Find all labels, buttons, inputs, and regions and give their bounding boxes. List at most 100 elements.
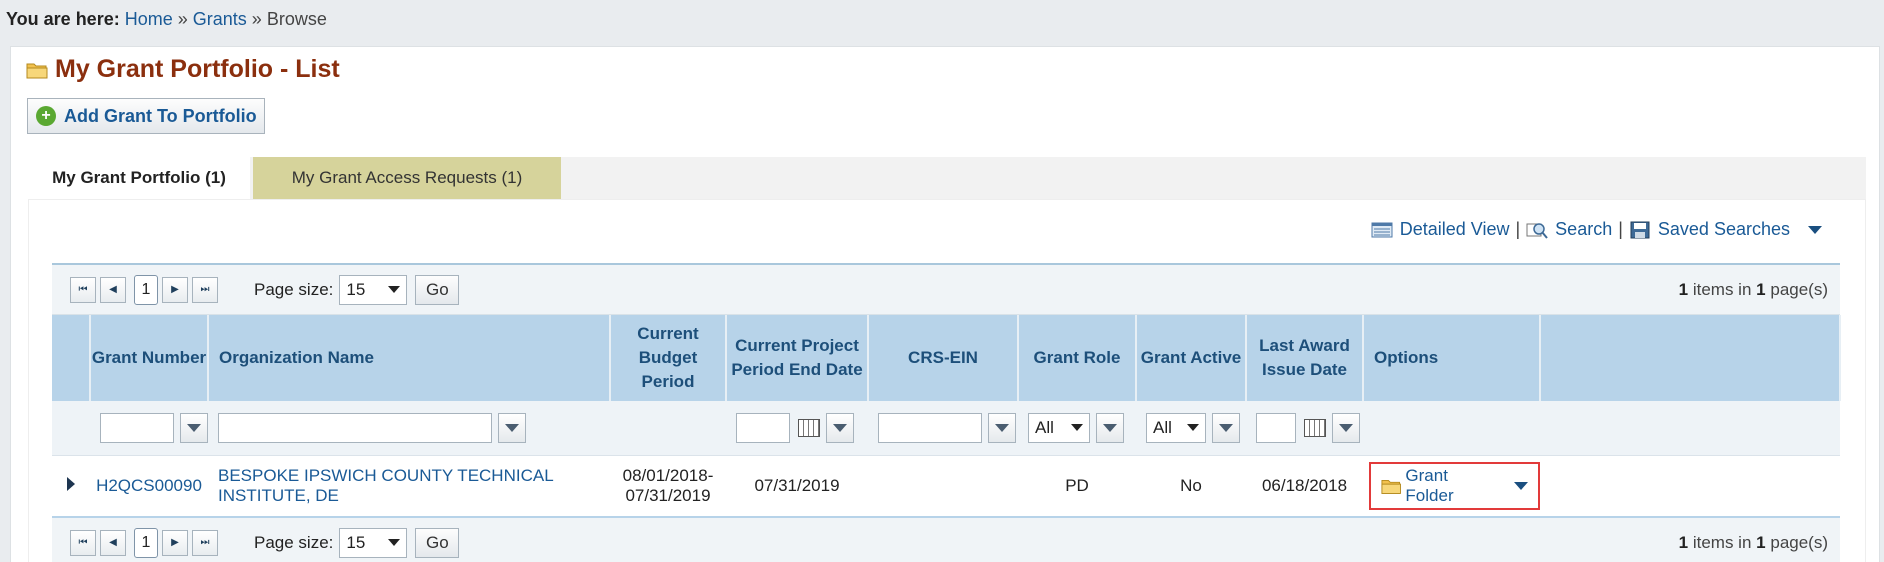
budget-period-end: 07/31/2019 bbox=[625, 485, 711, 505]
column-header-project-period-end-date[interactable]: Current Project Period End Date bbox=[726, 315, 869, 401]
grant-role-cell: PD bbox=[1018, 455, 1136, 518]
toolbar-divider: | bbox=[1618, 219, 1623, 239]
first-page-icon[interactable]: ⏮ bbox=[70, 529, 96, 556]
toolbar-divider: | bbox=[1515, 219, 1521, 239]
column-header-last-award-issue-date[interactable]: Last Award Issue Date bbox=[1246, 315, 1364, 401]
save-disk-icon bbox=[1630, 221, 1650, 238]
grant-number-filter-input[interactable] bbox=[100, 412, 174, 443]
next-page-icon[interactable]: ▶ bbox=[162, 276, 188, 303]
add-grant-label: Add Grant To Portfolio bbox=[64, 105, 257, 126]
table-row: H2QCS00090 BESPOKE IPSWICH COUNTY TECHNI… bbox=[52, 455, 1840, 518]
breadcrumb-grants-link[interactable]: Grants bbox=[193, 9, 247, 29]
pages-count: 1 bbox=[1756, 532, 1766, 552]
go-button[interactable]: Go bbox=[415, 527, 460, 558]
next-page-icon[interactable]: ▶ bbox=[162, 529, 188, 556]
tab-my-grant-access-requests[interactable]: My Grant Access Requests (1) bbox=[253, 157, 561, 199]
breadcrumb-current: Browse bbox=[266, 9, 327, 29]
prev-page-icon[interactable]: ◀ bbox=[100, 529, 126, 556]
pager-info: 1 items in 1 page(s) bbox=[1679, 533, 1828, 553]
last-award-issue-date-cell: 06/18/2018 bbox=[1246, 455, 1363, 518]
page-size-value: 15 bbox=[346, 532, 366, 552]
page-size-label: Page size: bbox=[254, 279, 334, 299]
column-header-grant-role[interactable]: Grant Role bbox=[1018, 315, 1137, 401]
page-size-select[interactable]: 15 bbox=[339, 527, 408, 558]
breadcrumb-home-link[interactable]: Home bbox=[125, 9, 173, 29]
grant-active-cell: No bbox=[1136, 455, 1246, 518]
search-icon bbox=[1526, 222, 1548, 239]
grant-grid: ⏮ ◀ 1 ▶ ⏭ Page size: 15 Go 1 items in 1 … bbox=[52, 263, 1841, 562]
grant-number-link[interactable]: H2QCS00090 bbox=[96, 476, 202, 495]
filter-icon[interactable] bbox=[826, 412, 854, 443]
chevron-down-icon bbox=[388, 286, 401, 293]
chevron-down-icon bbox=[388, 539, 401, 546]
last-page-icon[interactable]: ⏭ bbox=[192, 529, 218, 556]
grant-active-filter-value: All bbox=[1153, 417, 1172, 437]
breadcrumb-prefix: You are here: bbox=[6, 9, 120, 29]
column-header-grant-active[interactable]: Grant Active bbox=[1136, 315, 1247, 401]
saved-searches-link[interactable]: Saved Searches bbox=[1629, 219, 1790, 240]
plus-circle-icon: + bbox=[36, 106, 56, 126]
column-header-crs-ein[interactable]: CRS-EIN bbox=[868, 315, 1019, 401]
calendar-icon[interactable] bbox=[1304, 418, 1326, 437]
page-size-select[interactable]: 15 bbox=[339, 274, 408, 305]
grant-folder-link[interactable]: Grant Folder bbox=[1405, 466, 1494, 506]
go-button[interactable]: Go bbox=[415, 274, 460, 305]
chevron-down-icon bbox=[1187, 424, 1199, 432]
page-size-value: 15 bbox=[346, 279, 366, 299]
detailed-view-link[interactable]: Detailed View bbox=[1371, 219, 1510, 240]
filter-icon[interactable] bbox=[1096, 412, 1124, 443]
items-count: 1 bbox=[1678, 279, 1689, 299]
column-header-organization-name[interactable]: Organization Name bbox=[208, 315, 611, 401]
project-period-end-cell: 07/31/2019 bbox=[726, 455, 868, 518]
filter-icon[interactable] bbox=[180, 412, 208, 443]
expand-row-icon[interactable] bbox=[67, 476, 75, 491]
grant-active-filter-select[interactable]: All bbox=[1146, 412, 1206, 443]
grid-toolbar: Detailed View | Search | Saved Searches bbox=[1371, 219, 1822, 240]
calendar-icon[interactable] bbox=[798, 418, 820, 437]
breadcrumb-separator: » bbox=[251, 9, 262, 29]
pager-info: 1 items in 1 page(s) bbox=[1679, 280, 1828, 300]
tab-my-grant-portfolio[interactable]: My Grant Portfolio (1) bbox=[28, 157, 250, 199]
last-award-date-filter-input[interactable] bbox=[1256, 412, 1296, 443]
column-header-current-budget-period[interactable]: Current Budget Period bbox=[610, 315, 727, 401]
pager-bottom: ⏮ ◀ 1 ▶ ⏭ Page size: 15 Go 1 items in 1 … bbox=[52, 518, 1840, 562]
page-number-button[interactable]: 1 bbox=[134, 527, 158, 558]
header-spacer bbox=[1540, 315, 1841, 401]
organization-name-link[interactable]: BESPOKE IPSWICH COUNTY TECHNICAL INSTITU… bbox=[218, 466, 553, 505]
column-header-options: Options bbox=[1363, 315, 1541, 401]
grant-folder-options-menu[interactable]: Grant Folder bbox=[1369, 461, 1540, 510]
items-count: 1 bbox=[1678, 532, 1689, 552]
tab-strip: My Grant Portfolio (1) My Grant Access R… bbox=[28, 157, 1866, 199]
filter-icon[interactable] bbox=[988, 412, 1016, 443]
last-page-icon[interactable]: ⏭ bbox=[192, 276, 218, 303]
pages-count: 1 bbox=[1756, 279, 1766, 299]
add-grant-to-portfolio-button[interactable]: + Add Grant To Portfolio bbox=[27, 98, 265, 134]
filter-icon[interactable] bbox=[1332, 412, 1360, 443]
crs-ein-cell bbox=[868, 455, 1018, 518]
saved-searches-label: Saved Searches bbox=[1657, 219, 1790, 239]
search-link[interactable]: Search bbox=[1526, 219, 1612, 240]
detailed-view-icon bbox=[1371, 222, 1393, 237]
options-dropdown-icon[interactable] bbox=[1514, 481, 1528, 490]
filter-icon[interactable] bbox=[498, 412, 526, 443]
organization-name-filter-input[interactable] bbox=[218, 412, 492, 443]
page-title: My Grant Portfolio - List bbox=[26, 55, 340, 84]
column-header-grant-number[interactable]: Grant Number bbox=[90, 315, 209, 401]
page-title-text: My Grant Portfolio - List bbox=[55, 55, 340, 83]
folder-icon bbox=[26, 63, 48, 78]
expand-column-header bbox=[52, 315, 91, 401]
items-text: items in bbox=[1692, 279, 1752, 299]
items-text: items in bbox=[1692, 532, 1752, 552]
first-page-icon[interactable]: ⏮ bbox=[70, 276, 96, 303]
project-end-date-filter-input[interactable] bbox=[736, 412, 790, 443]
grant-role-filter-select[interactable]: All bbox=[1028, 412, 1090, 443]
page-number-button[interactable]: 1 bbox=[134, 274, 158, 305]
crs-ein-filter-input[interactable] bbox=[878, 412, 982, 443]
chevron-down-icon bbox=[1071, 424, 1083, 432]
detailed-view-label: Detailed View bbox=[1399, 219, 1510, 239]
breadcrumb: You are here: Home» Grants» Browse bbox=[6, 9, 327, 30]
pages-text: page(s) bbox=[1770, 279, 1828, 299]
saved-searches-dropdown-icon[interactable] bbox=[1808, 225, 1822, 234]
prev-page-icon[interactable]: ◀ bbox=[100, 276, 126, 303]
filter-icon[interactable] bbox=[1212, 412, 1240, 443]
